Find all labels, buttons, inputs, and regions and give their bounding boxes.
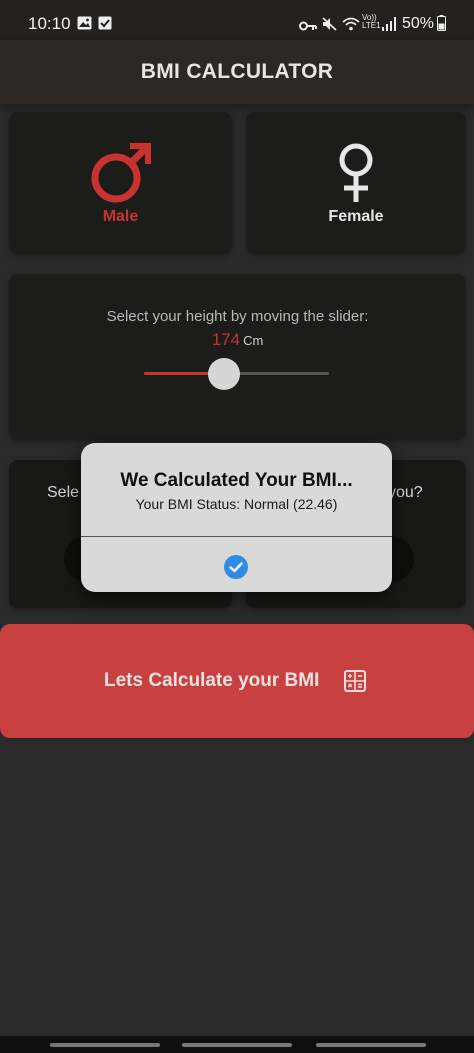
check-circle-icon[interactable] [224,555,248,579]
calculate-bmi-label: Lets Calculate your BMI [104,670,320,691]
female-label: Female [328,208,384,225]
female-symbol-icon [336,142,376,209]
lte-label: LTE1 [362,21,381,30]
nav-pill-left[interactable] [50,1043,160,1047]
status-time: 10:10 [28,14,71,33]
male-symbol-icon [90,142,152,209]
status-bar: 10:10 Vo)) LTE1 50% [0,0,474,40]
calculator-icon [344,670,366,697]
height-value: 174 [211,330,241,349]
nav-pill-right[interactable] [316,1043,426,1047]
nav-pill-center[interactable] [182,1043,292,1047]
male-card[interactable]: Male [9,112,232,254]
height-card: Select your height by moving the slider:… [9,274,466,440]
check-box-icon [98,16,112,35]
gallery-icon [77,16,92,35]
bmi-result-dialog: We Calculated Your BMI... Your BMI Statu… [81,443,392,592]
battery-icon [437,15,446,36]
male-label: Male [102,208,139,225]
calculate-bmi-button[interactable]: Lets Calculate your BMI [0,624,474,738]
app-title: BMI CALCULATOR [140,60,334,83]
signal-icon [382,17,396,36]
system-navigation-bar [0,1036,474,1053]
key-icon [299,18,317,36]
dialog-message: Your BMI Status: Normal (22.46) [135,496,338,512]
height-slider-thumb[interactable] [207,358,240,390]
volte-icon: Vo)) LTE1 [362,14,381,30]
dialog-title: We Calculated Your BMI... [120,470,353,491]
battery-percentage: 50% [401,15,434,32]
age-card-label: you? [388,484,423,501]
app-bar: BMI CALCULATOR [0,40,474,104]
mute-icon [322,17,338,36]
wifi-icon [342,17,360,36]
height-prompt: Select your height by moving the slider: [106,308,369,325]
female-card[interactable]: Female [246,112,466,254]
height-unit: Cm [243,333,264,348]
weight-card-label: Sele [47,484,80,501]
dialog-divider [81,536,392,537]
height-readout: 174 Cm [9,330,466,350]
